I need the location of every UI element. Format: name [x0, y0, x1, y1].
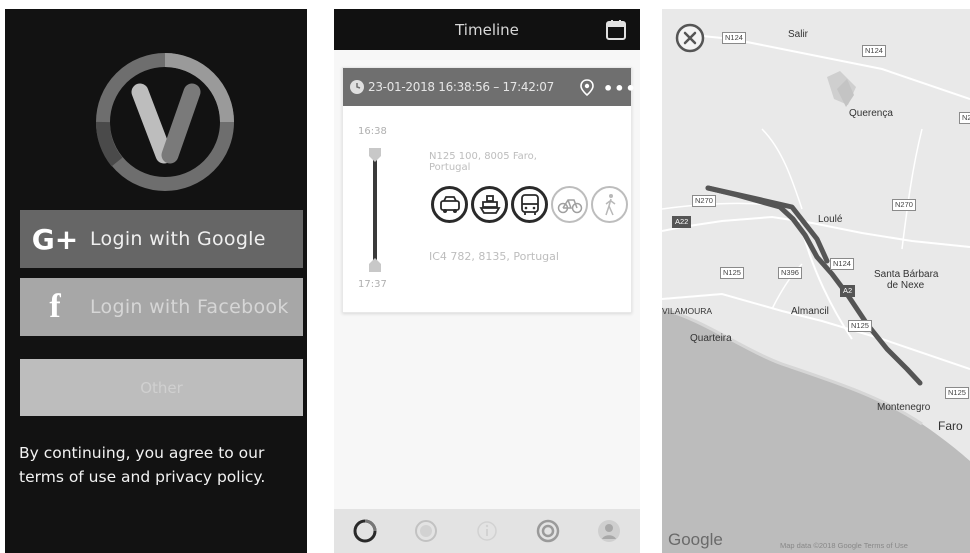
close-icon[interactable] — [675, 23, 705, 53]
road-label: N396 — [778, 267, 802, 279]
place-label: de Nexe — [887, 280, 925, 291]
road-label: A22 — [672, 216, 692, 228]
mode-bus-button[interactable] — [511, 186, 548, 223]
road-label: N270 — [959, 112, 970, 124]
place-label: Querença — [849, 108, 893, 119]
road-label: N125 — [945, 387, 969, 399]
google-plus-icon: G+ — [31, 222, 79, 256]
road-label: N124 — [830, 258, 854, 270]
place-label: Almancil — [791, 306, 829, 317]
login-other-label: Other — [140, 378, 183, 397]
profile-nav-icon[interactable] — [596, 518, 622, 544]
place-label: Montenegro — [877, 402, 931, 413]
google-logo: Google — [668, 530, 723, 549]
terms-line-2[interactable]: terms of use and privacy policy. — [19, 465, 304, 489]
trip-end-time: 17:37 — [358, 279, 387, 290]
calendar-icon[interactable] — [604, 18, 628, 42]
login-screen: G+ Login with Google f Login with Facebo… — [5, 9, 307, 553]
terms-text: By continuing, you agree to our terms of… — [19, 441, 304, 489]
trip-duration-bar — [369, 148, 381, 272]
place-label: Loulé — [818, 214, 843, 225]
walk-icon — [604, 193, 615, 215]
globe-nav-icon[interactable] — [413, 518, 439, 544]
login-google-button[interactable]: G+ Login with Google — [20, 210, 303, 268]
trip-end-address: IC4 782, 8135, Portugal — [429, 250, 559, 263]
mode-car-button[interactable] — [431, 186, 468, 223]
login-facebook-button[interactable]: f Login with Facebook — [20, 278, 303, 336]
bicycle-icon — [557, 198, 582, 213]
trip-start-time: 16:38 — [358, 126, 387, 137]
mode-boat-button[interactable] — [471, 186, 508, 223]
road-label: N270 — [892, 199, 916, 211]
map-pin-icon[interactable] — [578, 79, 596, 97]
info-nav-icon[interactable] — [474, 518, 500, 544]
road-label: A2 — [840, 285, 856, 297]
road-label: N124 — [862, 45, 886, 57]
place-label: Salir — [788, 29, 809, 40]
terms-line-1: By continuing, you agree to our — [19, 444, 265, 462]
place-label: VILAMOURA — [662, 306, 713, 316]
road-label: N125 — [848, 320, 872, 332]
timeline-header: Timeline — [334, 9, 640, 50]
app-logo — [95, 53, 234, 191]
map-screen: N124 Salir N124 Querença N270 N270 A22 L… — [662, 9, 970, 553]
road-label: N270 — [692, 195, 716, 207]
place-label: Quarteira — [690, 333, 732, 344]
trip-time-range: 23-01-2018 16:38:56 – 17:42:07 — [368, 80, 554, 94]
login-facebook-label: Login with Facebook — [90, 296, 289, 318]
place-label: Santa Bárbara — [874, 269, 939, 280]
trip-card[interactable]: 23-01-2018 16:38:56 – 17:42:07 ••• 16:38… — [342, 67, 636, 313]
boat-icon — [478, 194, 501, 214]
transport-modes — [431, 186, 631, 226]
bottom-navigation — [334, 509, 640, 553]
road-label: N125 — [720, 267, 744, 279]
stats-nav-icon[interactable] — [535, 518, 561, 544]
login-other-button[interactable]: Other — [20, 359, 303, 416]
map-attribution[interactable]: Map data ©2018 Google Terms of Use — [780, 541, 908, 550]
mode-walk-button[interactable] — [591, 186, 628, 223]
start-address-line-1: N125 100, 8005 Faro, — [429, 151, 537, 162]
timeline-nav-icon[interactable] — [352, 518, 378, 544]
trip-start-address: N125 100, 8005 Faro, Portugal — [429, 151, 579, 173]
page-title: Timeline — [455, 20, 519, 39]
login-google-label: Login with Google — [90, 228, 266, 250]
more-options-icon[interactable]: ••• — [603, 79, 637, 98]
start-address-line-2: Portugal — [429, 162, 471, 173]
bus-icon — [520, 193, 539, 215]
facebook-icon: f — [49, 288, 61, 325]
road-label: N124 — [722, 32, 746, 44]
place-label: Faro — [938, 419, 963, 433]
timeline-screen: Timeline 23-01-2018 16:38:56 – 17:42:07 … — [334, 9, 640, 553]
mode-bicycle-button[interactable] — [551, 186, 588, 223]
car-icon — [439, 195, 460, 213]
clock-icon — [350, 80, 364, 94]
